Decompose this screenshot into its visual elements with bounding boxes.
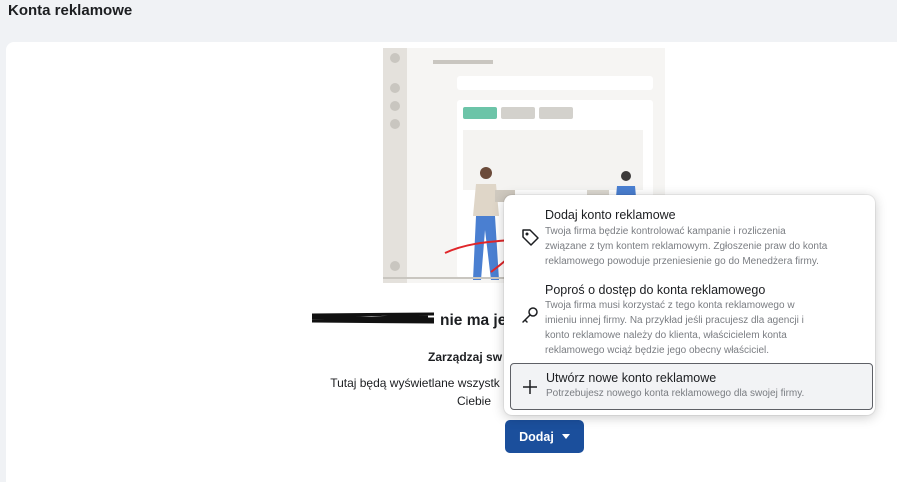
- add-menu: Dodaj konto reklamowe Twoja firma będzie…: [504, 195, 875, 415]
- plus-icon: [523, 380, 537, 394]
- menu-item-description: Twoja firma będzie kontrolować kampanie …: [545, 226, 828, 267]
- caret-down-icon: [561, 434, 570, 439]
- redaction-scribble: [311, 312, 435, 324]
- tag-icon: [522, 229, 539, 246]
- menu-item-title: Dodaj konto reklamowe: [545, 208, 676, 222]
- add-button-label: Dodaj: [519, 429, 554, 444]
- menu-item-create-account[interactable]: Utwórz nowe konto reklamowe Potrzebujesz…: [510, 363, 873, 410]
- add-button[interactable]: Dodaj: [505, 420, 584, 453]
- key-icon: [522, 307, 538, 323]
- menu-item-add-account[interactable]: Dodaj konto reklamowe Twoja firma będzie…: [504, 195, 875, 271]
- menu-item-description: Potrzebujesz nowego konta reklamowego dl…: [546, 388, 805, 399]
- page-title: Konta reklamowe: [8, 2, 133, 19]
- menu-item-title: Poproś o dostęp do konta reklamowego: [545, 283, 766, 297]
- menu-item-request-access[interactable]: Poproś o dostęp do konta reklamowego Two…: [504, 275, 875, 360]
- empty-state-description: Tutaj będą wyświetlane wszystk Ciebie: [330, 376, 500, 408]
- menu-item-title: Utwórz nowe konto reklamowe: [546, 371, 717, 385]
- menu-item-description: Twoja firma musi korzystać z tego konta …: [545, 300, 804, 356]
- empty-state-subtitle: Zarządzaj sw: [428, 350, 503, 364]
